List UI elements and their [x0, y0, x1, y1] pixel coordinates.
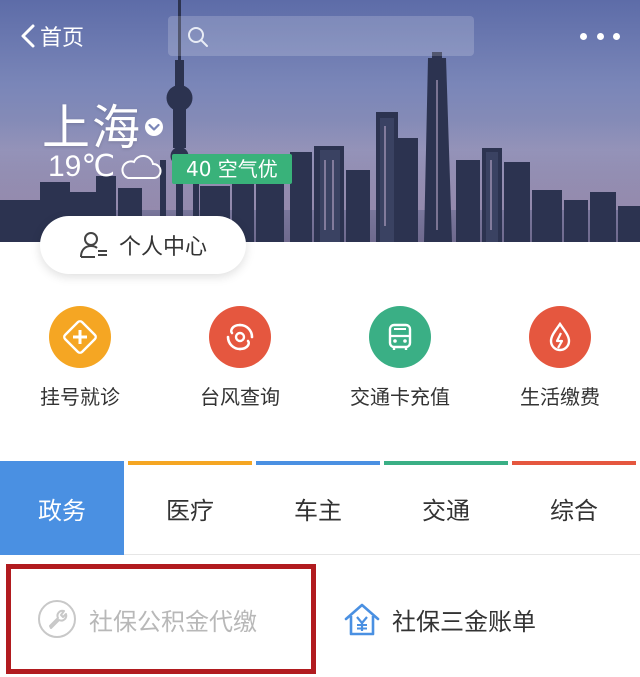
service-icon-bg [49, 306, 111, 368]
bus-icon [388, 323, 412, 350]
top-bar: 首页 [0, 0, 640, 72]
yen-house-icon [344, 603, 380, 636]
tab-accent-bar [256, 461, 380, 465]
tab-label: 医疗 [166, 496, 214, 525]
tab-government[interactable]: 政务 [0, 461, 124, 555]
service-transit-card[interactable]: 交通卡充值 [320, 306, 480, 410]
tab-label: 综合 [550, 496, 598, 525]
tab-accent-bar [128, 461, 252, 465]
tab-accent-bar [384, 461, 508, 465]
more-dot [596, 32, 604, 40]
search-icon [188, 27, 208, 47]
service-utilities[interactable]: 生活缴费 [480, 306, 640, 410]
service-label: 挂号就诊 [40, 385, 120, 409]
more-button[interactable] [580, 24, 620, 48]
service-label: 台风查询 [200, 385, 280, 409]
service-typhoon[interactable]: 台风查询 [160, 306, 320, 410]
typhoon-icon [226, 323, 254, 351]
service-label: 生活缴费 [520, 385, 600, 409]
service-label: 交通卡充值 [350, 385, 450, 409]
list-item-social-security-bill[interactable]: 社保三金账单 [342, 564, 632, 674]
search-input[interactable] [168, 16, 474, 56]
service-icon-bg [529, 306, 591, 368]
back-button[interactable]: 首页 [20, 18, 84, 54]
tab-car-owner[interactable]: 车主 [256, 461, 380, 555]
category-tabs: 政务 医疗 车主 交通 综合 [0, 461, 640, 555]
chevron-left-icon [21, 24, 35, 48]
service-icon-bg [369, 306, 431, 368]
more-dot [613, 32, 620, 40]
profile-label: 个人中心 [118, 235, 207, 260]
temperature: 19℃ [48, 150, 116, 183]
wrench-icon [38, 600, 76, 638]
list-item-label: 社保公积金代缴 [89, 607, 257, 636]
service-icon-bg [209, 306, 271, 368]
tab-label: 交通 [422, 496, 470, 525]
tab-label: 车主 [294, 496, 342, 525]
water-drop-icon [549, 321, 571, 352]
quick-services: 挂号就诊 台风查询 交通卡充值 生活缴费 [0, 306, 640, 416]
tab-traffic[interactable]: 交通 [384, 461, 508, 555]
aqi-badge: 40 空气优 [172, 154, 292, 184]
tab-medical[interactable]: 医疗 [128, 461, 252, 555]
tab-accent-bar [512, 461, 636, 465]
profile-center-button[interactable]: 个人中心 [40, 216, 246, 274]
tab-general[interactable]: 综合 [512, 461, 636, 555]
city-banner: 首页 上海 19℃ 40 空气优 [0, 0, 640, 242]
cloud-icon [121, 154, 162, 179]
service-registration[interactable]: 挂号就诊 [0, 306, 160, 410]
user-list-icon [79, 232, 107, 258]
list-item-label: 社保三金账单 [392, 607, 536, 636]
tab-label: 政务 [38, 496, 86, 525]
list-item-social-security-payment[interactable]: 社保公积金代缴 [6, 564, 316, 674]
chevron-down-icon[interactable] [144, 117, 164, 137]
back-label: 首页 [40, 26, 85, 51]
more-dot [580, 32, 587, 40]
service-list: 社保公积金代缴 社保三金账单 [0, 556, 640, 677]
medical-cross-icon [63, 320, 97, 354]
